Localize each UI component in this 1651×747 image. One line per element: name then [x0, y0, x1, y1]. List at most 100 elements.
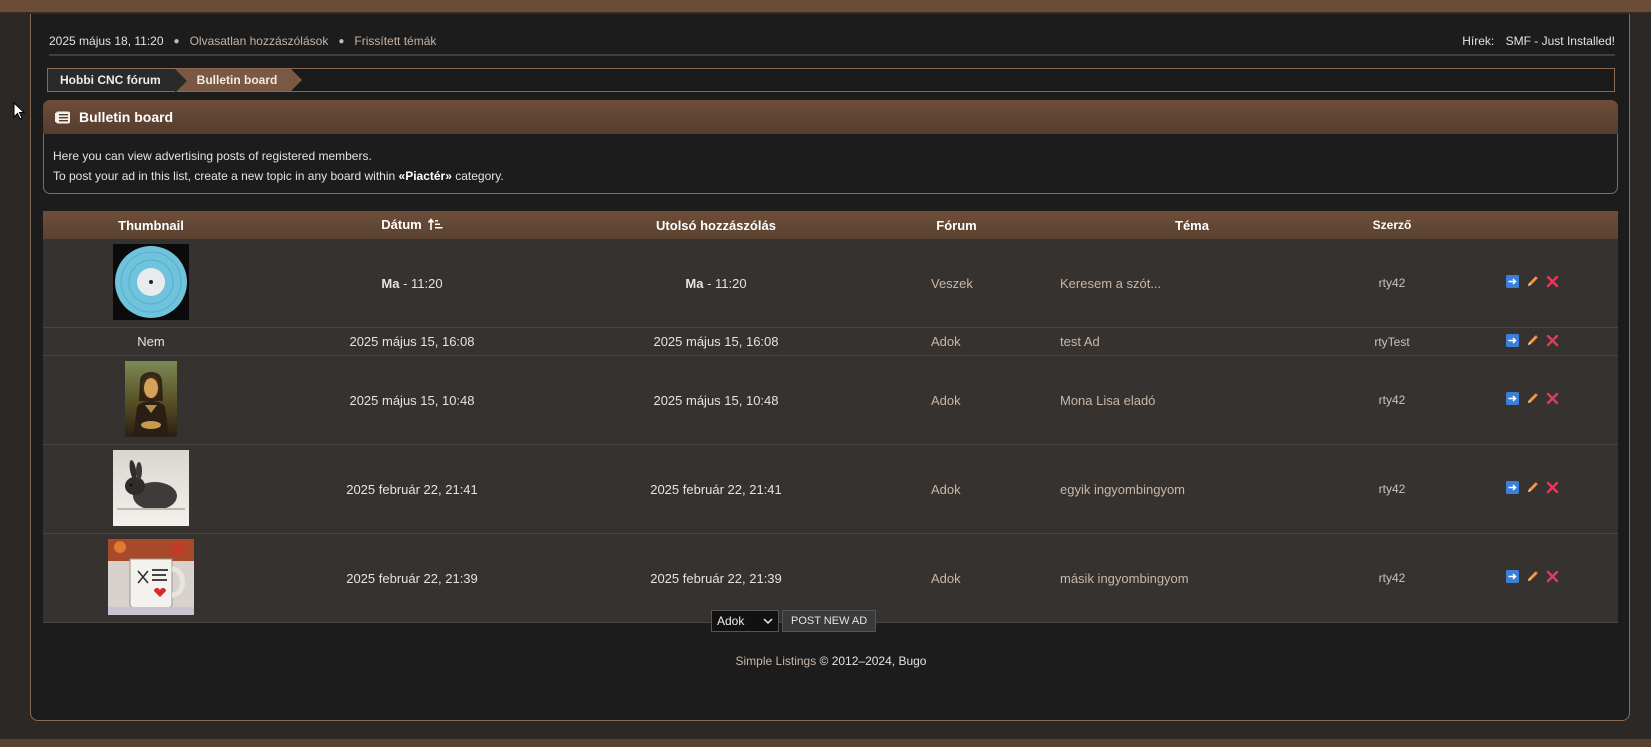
- mug-image[interactable]: [108, 538, 194, 618]
- category-name: «Piactér»: [398, 169, 452, 183]
- delete-x-icon[interactable]: [1546, 275, 1559, 288]
- author-link[interactable]: rty42: [1338, 239, 1446, 328]
- edit-pencil-icon[interactable]: [1526, 275, 1539, 288]
- date-cell: 2025 május 15, 10:48: [259, 355, 565, 445]
- col-date[interactable]: Dátum: [259, 211, 565, 239]
- breadcrumb-item-current[interactable]: Bulletin board: [174, 69, 302, 91]
- topic-link[interactable]: Mona Lisa eladó: [1046, 355, 1338, 445]
- date-cell: 2025 február 22, 21:41: [259, 444, 565, 534]
- mouse-cursor-icon: [13, 101, 26, 125]
- date-cell: Ma - 11:20: [259, 239, 565, 328]
- col-actions: [1446, 211, 1618, 239]
- footer-link[interactable]: Simple Listings: [736, 654, 817, 668]
- user-bar: 2025 május 18, 11:20 ● Olvasatlan hozzás…: [49, 28, 1615, 56]
- last-post-bold: Ma: [685, 275, 704, 291]
- last-post-text: 2025 február 22, 21:41: [650, 481, 782, 497]
- date-text: 2025 február 22, 21:41: [346, 481, 478, 497]
- move-icon[interactable]: [1505, 481, 1519, 494]
- desc-line-2: To post your ad in this list, create a n…: [53, 166, 1608, 186]
- date-bold: Ma: [381, 275, 400, 291]
- vinyl-record-image[interactable]: [113, 243, 189, 323]
- move-icon[interactable]: [1505, 570, 1519, 583]
- date-text: - 11:20: [399, 275, 443, 291]
- post-new-ad-button[interactable]: POST NEW AD: [782, 610, 877, 632]
- date-text: 2025 május 15, 10:48: [349, 392, 475, 408]
- current-datetime: 2025 május 18, 11:20: [49, 34, 164, 48]
- author-link[interactable]: rty42: [1338, 444, 1446, 534]
- mona-lisa-image[interactable]: [125, 360, 177, 440]
- col-topic[interactable]: Téma: [1046, 211, 1338, 239]
- move-icon[interactable]: [1505, 392, 1519, 405]
- move-icon[interactable]: [1505, 275, 1519, 288]
- last-post-text: 2025 február 22, 21:39: [650, 570, 782, 586]
- col-thumbnail: Thumbnail: [43, 211, 259, 239]
- board-select[interactable]: Adok: [711, 610, 779, 632]
- edit-pencil-icon[interactable]: [1526, 481, 1539, 494]
- separator-dot: ●: [173, 35, 180, 47]
- bottom-border: [0, 739, 1651, 747]
- updated-topics-link[interactable]: Frissített témák: [354, 34, 436, 48]
- last-post-text: 2025 május 15, 10:48: [653, 392, 779, 408]
- user-bar-left: 2025 május 18, 11:20 ● Olvasatlan hozzás…: [49, 34, 436, 48]
- footer-copyright: © 2012–2024, Bugo: [816, 654, 927, 668]
- board-description: Here you can view advertising posts of r…: [43, 134, 1618, 194]
- author-link[interactable]: rty42: [1338, 355, 1446, 445]
- forum-link[interactable]: Adok: [867, 355, 1046, 445]
- table-row: Nem 2025 május 15, 16:08 2025 május 15, …: [43, 327, 1618, 356]
- author-link[interactable]: rty42: [1338, 533, 1446, 623]
- topic-link[interactable]: Keresem a szót...: [1046, 239, 1338, 328]
- breadcrumb-item-home[interactable]: Hobbi CNC fórum: [48, 69, 187, 93]
- top-border: [0, 0, 1651, 13]
- table-row: 2025 május 15, 10:48 2025 május 15, 10:4…: [43, 355, 1618, 445]
- topic-link[interactable]: egyik ingyombingyom: [1046, 444, 1338, 534]
- listings-table: Thumbnail Dátum Utolsó hozzászólás Fórum…: [43, 211, 1618, 623]
- table-row: Ma - 11:20 Ma - 11:20 Veszek Keresem a s…: [43, 239, 1618, 328]
- edit-pencil-icon[interactable]: [1526, 570, 1539, 583]
- separator-dot: ●: [338, 35, 345, 47]
- board-select-value: Adok: [717, 614, 745, 628]
- edit-pencil-icon[interactable]: [1526, 392, 1539, 405]
- thumbnail-cell: [43, 444, 259, 534]
- news-section: Hírek: SMF - Just Installed!: [1462, 34, 1615, 48]
- thumbnail-cell: [43, 239, 259, 328]
- forum-link[interactable]: Adok: [867, 444, 1046, 534]
- forum-link[interactable]: Adok: [867, 533, 1046, 623]
- actions-cell: [1446, 355, 1618, 445]
- news-text: SMF - Just Installed!: [1505, 34, 1615, 48]
- actions-cell: [1446, 533, 1618, 623]
- delete-x-icon[interactable]: [1546, 392, 1559, 405]
- date-text: 2025 február 22, 21:39: [346, 570, 478, 586]
- desc-line-1: Here you can view advertising posts of r…: [53, 149, 372, 163]
- chevron-down-icon: [763, 614, 773, 628]
- forum-link[interactable]: Veszek: [867, 239, 1046, 328]
- last-post-text: 2025 május 15, 16:08: [653, 334, 779, 349]
- move-icon[interactable]: [1505, 333, 1519, 347]
- date-cell: 2025 február 22, 21:39: [259, 533, 565, 623]
- delete-x-icon[interactable]: [1546, 334, 1559, 347]
- thumbnail-cell: Nem: [43, 327, 259, 356]
- delete-x-icon[interactable]: [1546, 570, 1559, 583]
- thumbnail-cell: [43, 355, 259, 445]
- rabbit-image[interactable]: [113, 449, 189, 529]
- breadcrumb: Hobbi CNC fórum Bulletin board: [47, 68, 1615, 93]
- author-link[interactable]: rtyTest: [1338, 327, 1446, 356]
- thumbnail-cell: [43, 533, 259, 623]
- col-forum[interactable]: Fórum: [867, 211, 1046, 239]
- forum-link[interactable]: Adok: [867, 327, 1046, 356]
- board-title: Bulletin board: [79, 109, 174, 125]
- post-ad-controls: Adok POST NEW AD: [711, 610, 877, 632]
- sort-ascending-icon[interactable]: [427, 217, 443, 234]
- unread-posts-link[interactable]: Olvasatlan hozzászólások: [190, 34, 329, 48]
- col-author[interactable]: Szerző: [1338, 211, 1446, 239]
- last-post-cell: 2025 február 22, 21:41: [565, 444, 867, 534]
- desc-line-2-pre: To post your ad in this list, create a n…: [53, 169, 399, 183]
- actions-cell: [1446, 444, 1618, 534]
- news-label: Hírek:: [1462, 34, 1495, 48]
- actions-cell: [1446, 239, 1618, 328]
- col-last-post[interactable]: Utolsó hozzászólás: [565, 211, 867, 239]
- edit-pencil-icon[interactable]: [1526, 334, 1539, 347]
- topic-link[interactable]: test Ad: [1046, 327, 1338, 356]
- topic-link[interactable]: másik ingyombingyom: [1046, 533, 1338, 623]
- last-post-text: - 11:20: [703, 275, 747, 291]
- delete-x-icon[interactable]: [1546, 481, 1559, 494]
